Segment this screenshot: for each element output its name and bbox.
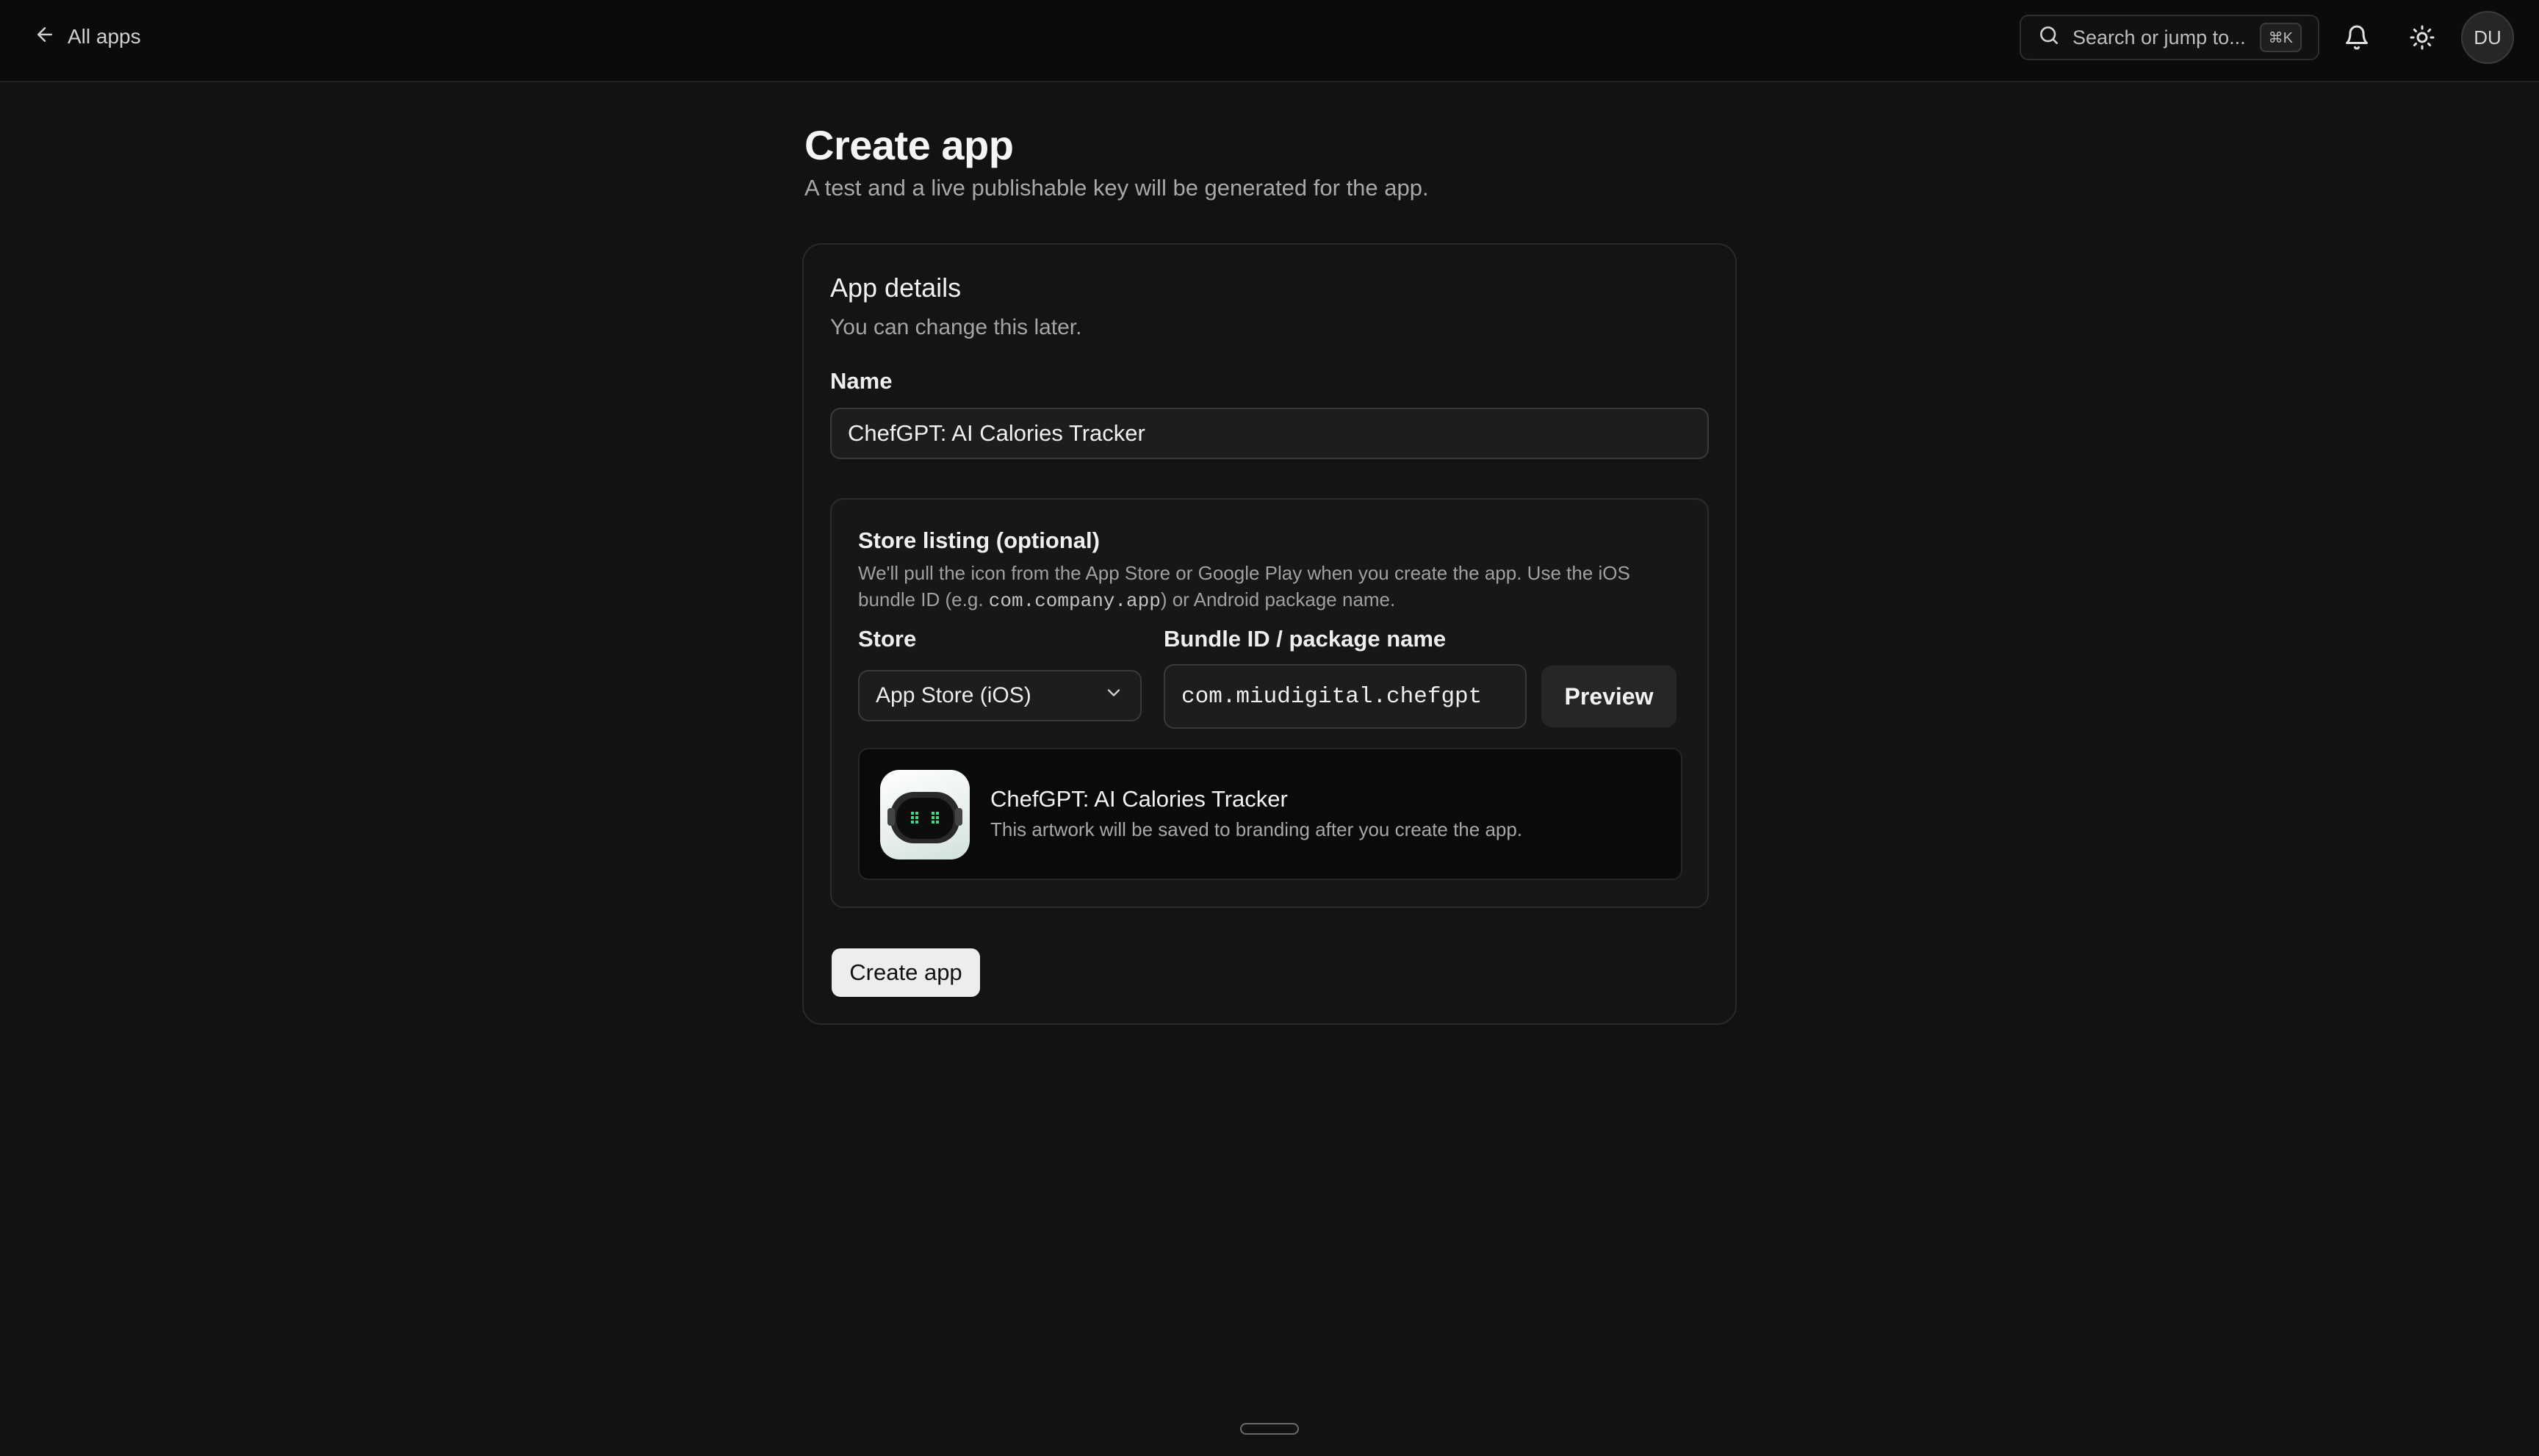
app-details-card: App details You can change this later. N… bbox=[802, 243, 1737, 1025]
store-select-value: App Store (iOS) bbox=[876, 683, 1031, 707]
store-label: Store bbox=[858, 626, 917, 652]
top-bar: All apps Search or jump to... ⌘K DU bbox=[0, 0, 2539, 82]
create-app-button[interactable]: Create app bbox=[832, 948, 980, 997]
search-bar[interactable]: Search or jump to... ⌘K bbox=[2020, 15, 2319, 60]
preview-note: This artwork will be saved to branding a… bbox=[990, 818, 1523, 840]
app-icon bbox=[880, 770, 970, 859]
search-placeholder: Search or jump to... bbox=[2072, 26, 2246, 48]
sun-icon bbox=[2409, 24, 2435, 54]
bundle-id-label: Bundle ID / package name bbox=[1164, 626, 1447, 652]
app-details-title: App details bbox=[830, 273, 962, 303]
app-preview-card: ChefGPT: AI Calories Tracker This artwor… bbox=[858, 748, 1682, 880]
all-apps-label: All apps bbox=[68, 25, 141, 48]
store-listing-section: Store listing (optional) We'll pull the … bbox=[830, 498, 1709, 908]
theme-toggle-button[interactable] bbox=[2399, 16, 2445, 62]
search-shortcut-badge: ⌘K bbox=[2259, 23, 2302, 52]
chevron-down-icon bbox=[1103, 682, 1124, 709]
preview-button[interactable]: Preview bbox=[1541, 666, 1677, 727]
example-bundle-id: com.company.app bbox=[988, 590, 1161, 612]
all-apps-link[interactable]: All apps bbox=[34, 21, 141, 53]
name-input[interactable] bbox=[830, 408, 1709, 459]
store-listing-description: We'll pull the icon from the App Store o… bbox=[858, 562, 1630, 612]
preview-app-name: ChefGPT: AI Calories Tracker bbox=[990, 786, 1288, 812]
name-label: Name bbox=[830, 368, 893, 394]
search-icon bbox=[2037, 24, 2061, 52]
notifications-button[interactable] bbox=[2334, 16, 2380, 62]
app-details-subtitle: You can change this later. bbox=[830, 315, 1082, 339]
store-select[interactable]: App Store (iOS) bbox=[858, 670, 1142, 721]
scroll-handle[interactable] bbox=[1240, 1423, 1299, 1435]
arrow-left-icon bbox=[34, 24, 56, 51]
page-subtitle: A test and a live publishable key will b… bbox=[804, 175, 1429, 201]
bundle-id-input[interactable] bbox=[1164, 664, 1527, 729]
page-title: Create app bbox=[804, 122, 1014, 168]
bell-icon bbox=[2344, 24, 2370, 54]
user-avatar[interactable]: DU bbox=[2461, 11, 2514, 64]
store-listing-title: Store listing (optional) bbox=[858, 527, 1100, 553]
